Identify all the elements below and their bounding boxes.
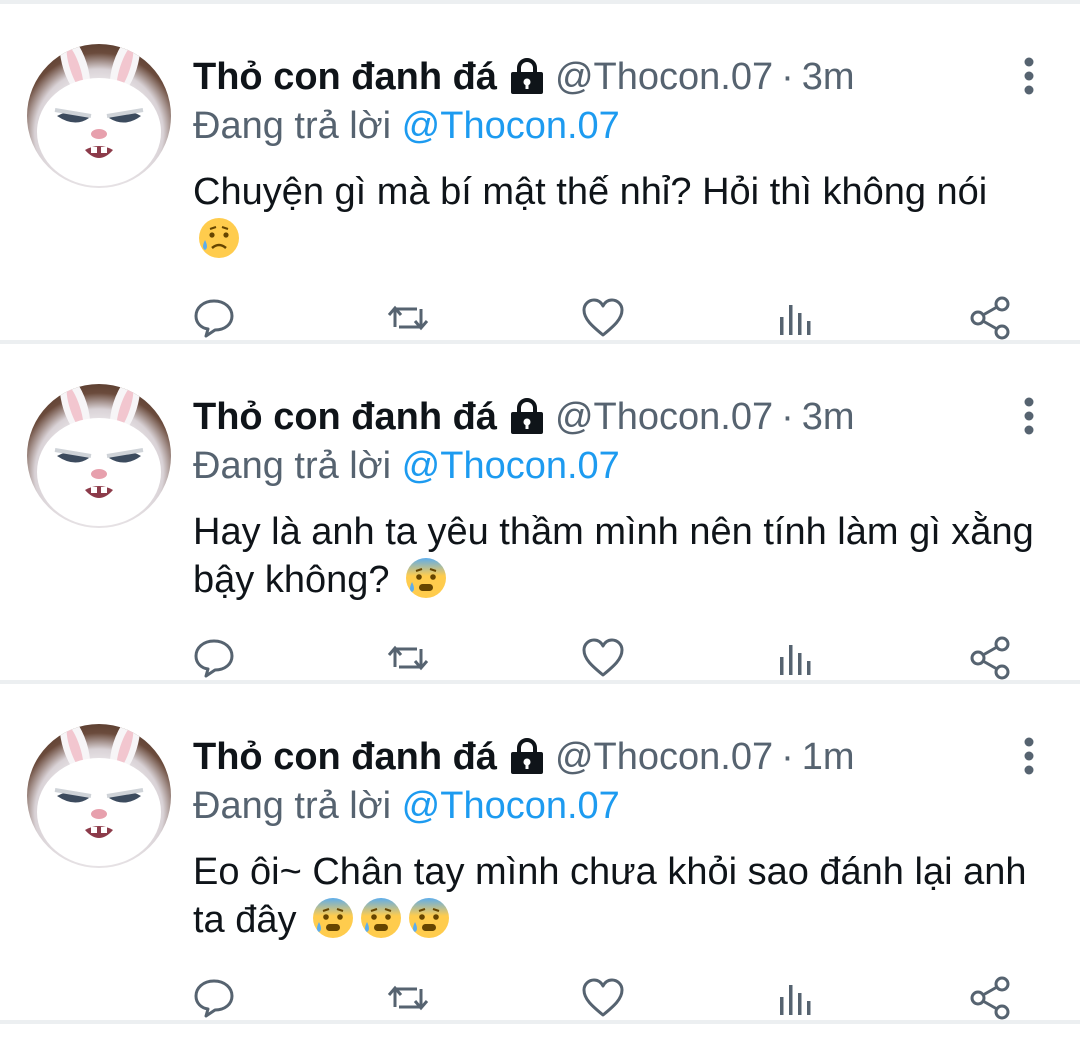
bunny-avatar-image <box>37 724 161 866</box>
replying-to-label: Đang trả lời <box>193 105 392 147</box>
timestamp[interactable]: 3m <box>802 56 855 98</box>
reply-icon <box>194 299 234 338</box>
like-button[interactable] <box>580 635 626 681</box>
tweet-actions <box>0 295 1080 341</box>
avatar[interactable] <box>27 384 171 528</box>
replying-to-handle[interactable]: @Thocon.07 <box>402 445 620 487</box>
tweet-actions <box>0 975 1080 1021</box>
more-icon[interactable] <box>1020 56 1038 96</box>
handle[interactable]: @Thocon.07 <box>555 736 773 778</box>
replying-to: Đang trả lời @Thocon.07 <box>193 103 620 149</box>
lock-icon <box>510 58 543 94</box>
anxious-sweat-emoji <box>406 558 447 598</box>
share-icon <box>970 976 1010 1020</box>
views-button[interactable] <box>774 975 820 1021</box>
like-icon <box>582 978 624 1017</box>
anxious-sweat-emoji <box>361 898 402 938</box>
share-icon <box>970 636 1010 680</box>
views-icon <box>780 645 811 675</box>
separator-dot: · <box>781 736 794 778</box>
replying-to-handle[interactable]: @Thocon.07 <box>402 105 620 147</box>
display-name[interactable]: Thỏ con đanh đá <box>193 56 497 98</box>
retweet-button[interactable] <box>385 295 431 341</box>
retweet-button[interactable] <box>385 975 431 1021</box>
reply-button[interactable] <box>191 635 237 681</box>
replying-to-label: Đang trả lời <box>193 785 392 827</box>
more-icon[interactable] <box>1020 396 1038 436</box>
retweet-icon <box>387 985 429 1011</box>
anxious-sweat-emoji <box>409 898 450 938</box>
sad-tear-emoji <box>199 218 239 258</box>
separator-dot: · <box>781 396 794 438</box>
retweet-icon <box>387 645 429 671</box>
bunny-avatar-image <box>37 384 161 526</box>
handle[interactable]: @Thocon.07 <box>555 396 773 438</box>
tweet-text-content: Hay là anh ta yêu thầm mình nên tính làm… <box>193 511 1034 601</box>
tweet-header: Thỏ con đanh đá @Thocon.07 · 3m <box>193 54 980 100</box>
replying-to-label: Đang trả lời <box>193 445 392 487</box>
retweet-button[interactable] <box>385 635 431 681</box>
like-button[interactable] <box>580 295 626 341</box>
avatar[interactable] <box>27 44 171 188</box>
bunny-avatar-image <box>37 44 161 186</box>
tweet-text: Eo ôi~ Chân tay mình chưa khỏi sao đánh … <box>193 848 1043 944</box>
views-button[interactable] <box>774 295 820 341</box>
retweet-icon <box>387 305 429 331</box>
lock-icon <box>510 398 543 434</box>
views-icon <box>780 305 811 335</box>
views-button[interactable] <box>774 635 820 681</box>
tweet-text: Chuyện gì mà bí mật thế nhỉ? Hỏi thì khô… <box>193 168 1043 264</box>
replying-to-handle[interactable]: @Thocon.07 <box>402 785 620 827</box>
share-button[interactable] <box>968 295 1014 341</box>
share-button[interactable] <box>968 975 1014 1021</box>
separator-dot: · <box>781 56 794 98</box>
like-icon <box>582 298 624 337</box>
tweet-header: Thỏ con đanh đá @Thocon.07 · 3m <box>193 394 980 440</box>
share-icon <box>970 296 1010 340</box>
more-icon[interactable] <box>1020 736 1038 776</box>
like-button[interactable] <box>580 975 626 1021</box>
tweet-timeline: Thỏ con đanh đá @Thocon.07 · 3m Đang trả lờ… <box>0 4 1080 1024</box>
replying-to: Đang trả lời @Thocon.07 <box>193 783 620 829</box>
tweet[interactable]: Thỏ con đanh đá @Thocon.07 · 1m Đang trả lờ… <box>0 684 1080 1024</box>
tweet[interactable]: Thỏ con đanh đá @Thocon.07 · 3m Đang trả lờ… <box>0 344 1080 684</box>
reply-icon <box>194 639 234 678</box>
replying-to: Đang trả lời @Thocon.07 <box>193 443 620 489</box>
handle[interactable]: @Thocon.07 <box>555 56 773 98</box>
anxious-sweat-emoji <box>313 898 354 938</box>
lock-icon <box>510 738 543 774</box>
tweet[interactable]: Thỏ con đanh đá @Thocon.07 · 3m Đang trả lờ… <box>0 4 1080 344</box>
tweet-text: Hay là anh ta yêu thầm mình nên tính làm… <box>193 508 1043 604</box>
views-icon <box>780 985 811 1015</box>
display-name[interactable]: Thỏ con đanh đá <box>193 396 497 438</box>
avatar[interactable] <box>27 724 171 868</box>
tweet-header: Thỏ con đanh đá @Thocon.07 · 1m <box>193 734 980 780</box>
timestamp[interactable]: 3m <box>802 396 855 438</box>
tweet-actions <box>0 635 1080 681</box>
reply-icon <box>194 979 234 1018</box>
timestamp[interactable]: 1m <box>802 736 855 778</box>
reply-button[interactable] <box>191 975 237 1021</box>
tweet-text-content: Chuyện gì mà bí mật thế nhỉ? Hỏi thì khô… <box>193 171 988 213</box>
display-name[interactable]: Thỏ con đanh đá <box>193 736 497 778</box>
reply-button[interactable] <box>191 295 237 341</box>
like-icon <box>582 638 624 677</box>
share-button[interactable] <box>968 635 1014 681</box>
